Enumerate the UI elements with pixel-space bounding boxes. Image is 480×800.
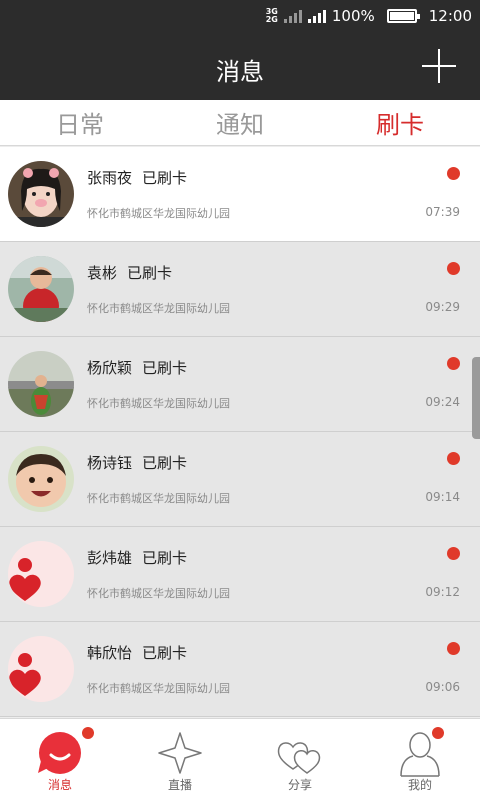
list-item[interactable]: 杨诗钰 已刷卡 怀化市鹤城区华龙国际幼儿园 09:14	[0, 432, 480, 527]
notification-badge	[82, 727, 94, 739]
nav-messages[interactable]: 消息	[0, 719, 120, 800]
school-name: 怀化市鹤城区华龙国际幼儿园	[87, 682, 230, 695]
message-title: 杨欣颖 已刷卡	[87, 357, 187, 378]
message-time: 09:14	[425, 490, 460, 504]
child-name: 袁彬	[87, 264, 118, 282]
network-type-bottom: 2G	[265, 15, 278, 24]
message-list: 张雨夜 已刷卡 怀化市鹤城区华龙国际幼儿园 07:39 袁彬 已刷卡 怀化市鹤城区华…	[0, 147, 480, 717]
child-name: 张雨夜	[87, 169, 133, 187]
unread-dot	[447, 167, 460, 180]
child-name: 彭炜雄	[87, 549, 133, 567]
message-time: 07:39	[425, 205, 460, 219]
swipe-status: 已刷卡	[142, 549, 188, 567]
list-item[interactable]: 袁彬 已刷卡 怀化市鹤城区华龙国际幼儿园 09:29	[0, 242, 480, 337]
school-name: 怀化市鹤城区华龙国际幼儿园	[87, 492, 230, 505]
school-name: 怀化市鹤城区华龙国际幼儿园	[87, 302, 230, 315]
swipe-status: 已刷卡	[142, 169, 188, 187]
message-time: 09:06	[425, 680, 460, 694]
signal-strength-icon	[307, 9, 326, 23]
message-title: 韩欣怡 已刷卡	[87, 642, 187, 663]
page-title: 消息	[216, 58, 264, 86]
battery-percent: 100%	[331, 7, 375, 25]
swipe-status: 已刷卡	[127, 264, 173, 282]
tab-card-swipe[interactable]: 刷卡	[320, 100, 480, 145]
chat-bubble-icon	[36, 731, 84, 779]
signal-bars-icon	[283, 9, 302, 23]
nav-share[interactable]: 分享	[240, 719, 360, 800]
notification-badge	[432, 727, 444, 739]
tab-daily[interactable]: 日常	[0, 100, 160, 145]
nav-label: 直播	[167, 778, 192, 792]
list-item[interactable]: 杨欣颖 已刷卡 怀化市鹤城区华龙国际幼儿园 09:24	[0, 337, 480, 432]
avatar	[8, 446, 74, 512]
school-name: 怀化市鹤城区华龙国际幼儿园	[87, 587, 230, 600]
message-title: 杨诗钰 已刷卡	[87, 452, 187, 473]
star-icon	[157, 731, 203, 779]
school-name: 怀化市鹤城区华龙国际幼儿园	[87, 207, 230, 220]
message-title: 张雨夜 已刷卡	[87, 167, 187, 188]
default-avatar-icon	[8, 541, 74, 607]
scrollbar[interactable]	[472, 357, 480, 439]
message-time: 09:24	[425, 395, 460, 409]
bottom-nav: 消息 直播 分享 我的	[0, 718, 480, 800]
unread-dot	[447, 642, 460, 655]
message-time: 09:29	[425, 300, 460, 314]
title-bar: 消息	[0, 32, 480, 100]
swipe-status: 已刷卡	[142, 454, 188, 472]
status-indicators: 3G 2G 100% 12:00	[266, 5, 472, 27]
list-item[interactable]: 韩欣怡 已刷卡 怀化市鹤城区华龙国际幼儿园 09:06	[0, 622, 480, 717]
message-title: 彭炜雄 已刷卡	[87, 547, 187, 568]
unread-dot	[447, 547, 460, 560]
avatar	[8, 351, 74, 417]
status-bar: 3G 2G 100% 12:00	[0, 0, 480, 32]
message-title: 袁彬 已刷卡	[87, 262, 172, 283]
child-name: 杨诗钰	[87, 454, 133, 472]
default-avatar-icon	[8, 636, 74, 702]
nav-me[interactable]: 我的	[360, 719, 480, 800]
nav-label: 消息	[47, 778, 72, 792]
child-name: 韩欣怡	[87, 644, 133, 662]
nav-label: 我的	[407, 778, 432, 792]
battery-icon	[386, 9, 420, 23]
swipe-status: 已刷卡	[142, 644, 188, 662]
swipe-status: 已刷卡	[142, 359, 188, 377]
unread-dot	[447, 262, 460, 275]
list-item[interactable]: 彭炜雄 已刷卡 怀化市鹤城区华龙国际幼儿园 09:12	[0, 527, 480, 622]
unread-dot	[447, 357, 460, 370]
school-name: 怀化市鹤城区华龙国际幼儿园	[87, 397, 230, 410]
plus-icon[interactable]	[422, 49, 456, 83]
nav-live[interactable]: 直播	[120, 719, 240, 800]
clock: 12:00	[428, 7, 472, 25]
network-type-label: 3G 2G	[266, 8, 278, 24]
avatar	[8, 256, 74, 322]
nav-label: 分享	[287, 778, 312, 792]
avatar	[8, 161, 74, 227]
hearts-icon	[275, 731, 325, 779]
message-time: 09:12	[425, 585, 460, 599]
unread-dot	[447, 452, 460, 465]
tab-bar: 日常 通知 刷卡	[0, 100, 480, 146]
tab-notice[interactable]: 通知	[160, 100, 320, 145]
list-item[interactable]: 张雨夜 已刷卡 怀化市鹤城区华龙国际幼儿园 07:39	[0, 147, 480, 242]
child-name: 杨欣颖	[87, 359, 133, 377]
battery-fill	[389, 12, 414, 20]
